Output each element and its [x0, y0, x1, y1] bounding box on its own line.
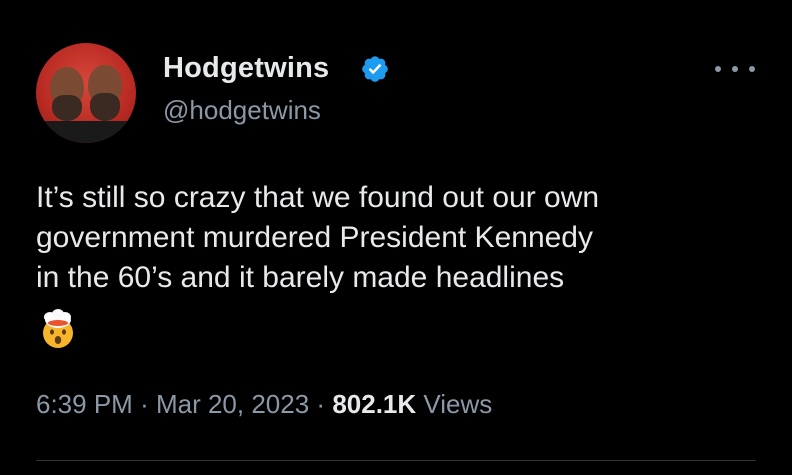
tweet-meta: 6:39 PM · Mar 20, 2023 · 802.1K Views — [36, 389, 492, 420]
author-display-name[interactable]: Hodgetwins — [163, 52, 329, 85]
avatar[interactable] — [36, 43, 136, 143]
views-label: Views — [423, 389, 493, 419]
divider — [36, 460, 756, 461]
meta-separator: · — [140, 389, 149, 419]
verified-badge-icon — [362, 56, 388, 82]
tweet-time[interactable]: 6:39 PM — [36, 389, 133, 419]
views-count: 802.1K — [332, 389, 417, 419]
tweet-text: It’s still so crazy that we found out ou… — [36, 181, 600, 294]
tweet-card: Hodgetwins @hodgetwins It’s still so cra… — [0, 0, 792, 475]
more-options-icon[interactable] — [715, 59, 755, 79]
meta-separator: · — [316, 389, 326, 419]
tweet-date[interactable]: Mar 20, 2023 — [156, 389, 309, 419]
author-handle[interactable]: @hodgetwins — [163, 95, 321, 126]
exploding-head-emoji — [43, 309, 73, 348]
